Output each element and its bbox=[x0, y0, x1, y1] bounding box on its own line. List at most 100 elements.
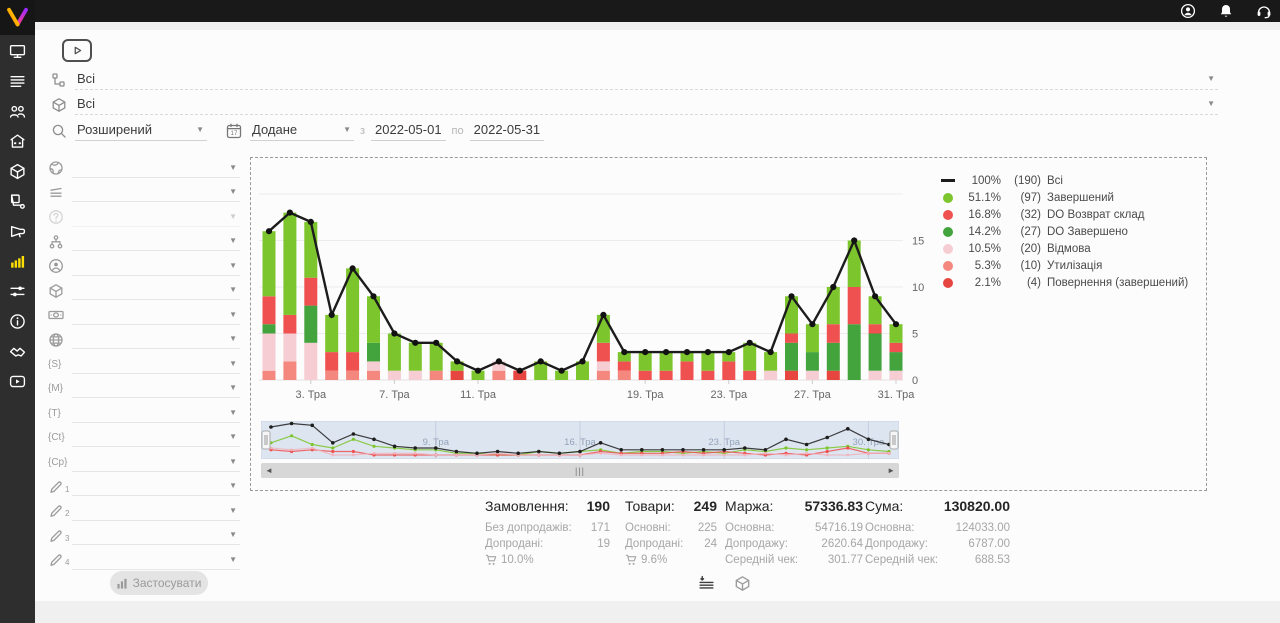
bar-day-7[interactable] bbox=[388, 334, 401, 381]
search-mode-select[interactable]: Розширений ▼ bbox=[75, 120, 207, 141]
sidebar-item-statistics[interactable] bbox=[0, 249, 35, 279]
side-filter-select-16[interactable]: ▼ bbox=[72, 526, 240, 545]
bar-day-4[interactable] bbox=[325, 315, 338, 380]
sidebar-item-video[interactable] bbox=[0, 369, 35, 399]
date-to-input[interactable]: 2022-05-31 bbox=[470, 120, 545, 141]
products-summary-toggle[interactable] bbox=[731, 575, 753, 597]
sidebar-item-marketing[interactable] bbox=[0, 219, 35, 249]
total-line-point-day-2[interactable] bbox=[287, 210, 293, 216]
side-filter-select-11[interactable]: ▼ bbox=[72, 404, 240, 423]
bar-day-5[interactable] bbox=[346, 268, 359, 380]
legend-item-1[interactable]: 100%(190)Всі bbox=[941, 172, 1188, 189]
total-line-point-day-7[interactable] bbox=[391, 330, 397, 336]
legend-item-5[interactable]: 10.5%(20)Відмова bbox=[941, 240, 1188, 257]
total-line-point-day-22[interactable] bbox=[705, 349, 711, 355]
total-line-point-day-3[interactable] bbox=[308, 219, 314, 225]
category-select[interactable]: Всі ▼ bbox=[75, 69, 1218, 90]
navigator-svg[interactable]: 9. Тра16. Тра23. Тра30. Тра bbox=[261, 421, 899, 459]
bar-day-27[interactable] bbox=[806, 324, 819, 380]
apply-button[interactable]: Застосувати bbox=[110, 571, 208, 595]
total-line-point-day-5[interactable] bbox=[350, 265, 356, 271]
side-filter-select-10[interactable]: ▼ bbox=[72, 379, 240, 398]
sidebar-item-products[interactable] bbox=[0, 159, 35, 189]
notifications-bell-icon[interactable] bbox=[1217, 3, 1234, 20]
total-line-point-day-19[interactable] bbox=[642, 349, 648, 355]
side-filter-select-15[interactable]: ▼ bbox=[72, 502, 240, 521]
total-line-point-day-13[interactable] bbox=[517, 368, 523, 374]
total-line-point-day-12[interactable] bbox=[496, 358, 502, 364]
total-line-point-day-25[interactable] bbox=[768, 349, 774, 355]
bar-day-21[interactable] bbox=[681, 352, 694, 380]
total-line-point-day-20[interactable] bbox=[663, 349, 669, 355]
total-line-point-day-29[interactable] bbox=[851, 237, 857, 243]
side-filter-select-7[interactable]: ▼ bbox=[72, 306, 240, 325]
side-filter-select-3[interactable]: ▼ bbox=[72, 208, 240, 227]
date-field-select[interactable]: Додане ▼ bbox=[250, 120, 354, 141]
total-line-point-day-11[interactable] bbox=[475, 368, 481, 374]
bar-day-22[interactable] bbox=[701, 352, 714, 380]
total-line-point-day-8[interactable] bbox=[412, 340, 418, 346]
help-video-button[interactable] bbox=[62, 39, 92, 62]
legend-item-4[interactable]: 14.2%(27)DO Завершено bbox=[941, 223, 1188, 240]
bar-day-28[interactable] bbox=[827, 287, 840, 380]
support-headset-icon[interactable] bbox=[1255, 3, 1272, 20]
sidebar-item-orders[interactable] bbox=[0, 69, 35, 99]
bar-day-25[interactable] bbox=[764, 352, 777, 380]
bar-day-2[interactable] bbox=[283, 213, 296, 380]
total-line-point-day-30[interactable] bbox=[872, 293, 878, 299]
bar-day-29[interactable] bbox=[848, 241, 861, 381]
bar-day-19[interactable] bbox=[639, 352, 652, 380]
total-line-point-day-17[interactable] bbox=[600, 312, 606, 318]
total-line-point-day-1[interactable] bbox=[266, 228, 272, 234]
user-account-icon[interactable] bbox=[1179, 3, 1196, 20]
side-filter-select-5[interactable]: ▼ bbox=[72, 257, 240, 276]
bar-day-1[interactable] bbox=[263, 231, 276, 380]
bar-day-8[interactable] bbox=[409, 343, 422, 380]
side-filter-select-12[interactable]: ▼ bbox=[72, 428, 240, 447]
scrollbar-grip[interactable]: ||| bbox=[575, 466, 585, 476]
bar-day-31[interactable] bbox=[890, 324, 903, 380]
legend-item-2[interactable]: 51.1%(97)Завершений bbox=[941, 189, 1188, 206]
orders-summary-toggle[interactable] bbox=[695, 575, 717, 597]
scrollbar-left-arrow[interactable]: ◄ bbox=[261, 466, 277, 475]
date-from-input[interactable]: 2022-05-01 bbox=[371, 120, 446, 141]
sidebar-item-info[interactable] bbox=[0, 309, 35, 339]
sidebar-item-store[interactable] bbox=[0, 129, 35, 159]
app-logo[interactable] bbox=[0, 0, 35, 35]
bar-day-20[interactable] bbox=[660, 352, 673, 380]
scrollbar-right-arrow[interactable]: ► bbox=[883, 466, 899, 475]
total-line-point-day-24[interactable] bbox=[747, 340, 753, 346]
chart-scrollbar[interactable]: ◄ ||| ► bbox=[261, 463, 899, 478]
bar-day-24[interactable] bbox=[743, 343, 756, 380]
total-line-point-day-31[interactable] bbox=[893, 321, 899, 327]
side-filter-select-13[interactable]: ▼ bbox=[72, 453, 240, 472]
total-line-point-day-14[interactable] bbox=[538, 358, 544, 364]
legend-item-6[interactable]: 5.3%(10)Утилізація bbox=[941, 257, 1188, 274]
total-line-point-day-26[interactable] bbox=[788, 293, 794, 299]
side-filter-select-4[interactable]: ▼ bbox=[72, 232, 240, 251]
sidebar-item-customers[interactable] bbox=[0, 99, 35, 129]
total-line-point-day-18[interactable] bbox=[621, 349, 627, 355]
sidebar-item-dashboard[interactable] bbox=[0, 39, 35, 69]
total-line-point-day-4[interactable] bbox=[329, 312, 335, 318]
navigator-handle[interactable] bbox=[890, 431, 898, 449]
sidebar-item-partners[interactable] bbox=[0, 339, 35, 369]
side-filter-select-17[interactable]: ▼ bbox=[72, 551, 240, 570]
side-filter-select-14[interactable]: ▼ bbox=[72, 477, 240, 496]
product-select[interactable]: Всі ▼ bbox=[75, 94, 1218, 115]
bar-day-6[interactable] bbox=[367, 296, 380, 380]
total-line-point-day-9[interactable] bbox=[433, 340, 439, 346]
side-filter-select-1[interactable]: ▼ bbox=[72, 159, 240, 178]
total-line-point-day-15[interactable] bbox=[559, 368, 565, 374]
bar-day-23[interactable] bbox=[722, 352, 735, 380]
side-filter-select-8[interactable]: ▼ bbox=[72, 330, 240, 349]
legend-item-7[interactable]: 2.1%(4)Повернення (завершений) bbox=[941, 274, 1188, 291]
legend-item-3[interactable]: 16.8%(32)DO Возврат склад bbox=[941, 206, 1188, 223]
total-line-point-day-16[interactable] bbox=[579, 358, 585, 364]
sidebar-item-settings[interactable] bbox=[0, 279, 35, 309]
total-line-point-day-10[interactable] bbox=[454, 358, 460, 364]
sidebar-item-logistics[interactable] bbox=[0, 189, 35, 219]
total-line-point-day-6[interactable] bbox=[370, 293, 376, 299]
side-filter-select-6[interactable]: ▼ bbox=[72, 281, 240, 300]
total-line-point-day-21[interactable] bbox=[684, 349, 690, 355]
